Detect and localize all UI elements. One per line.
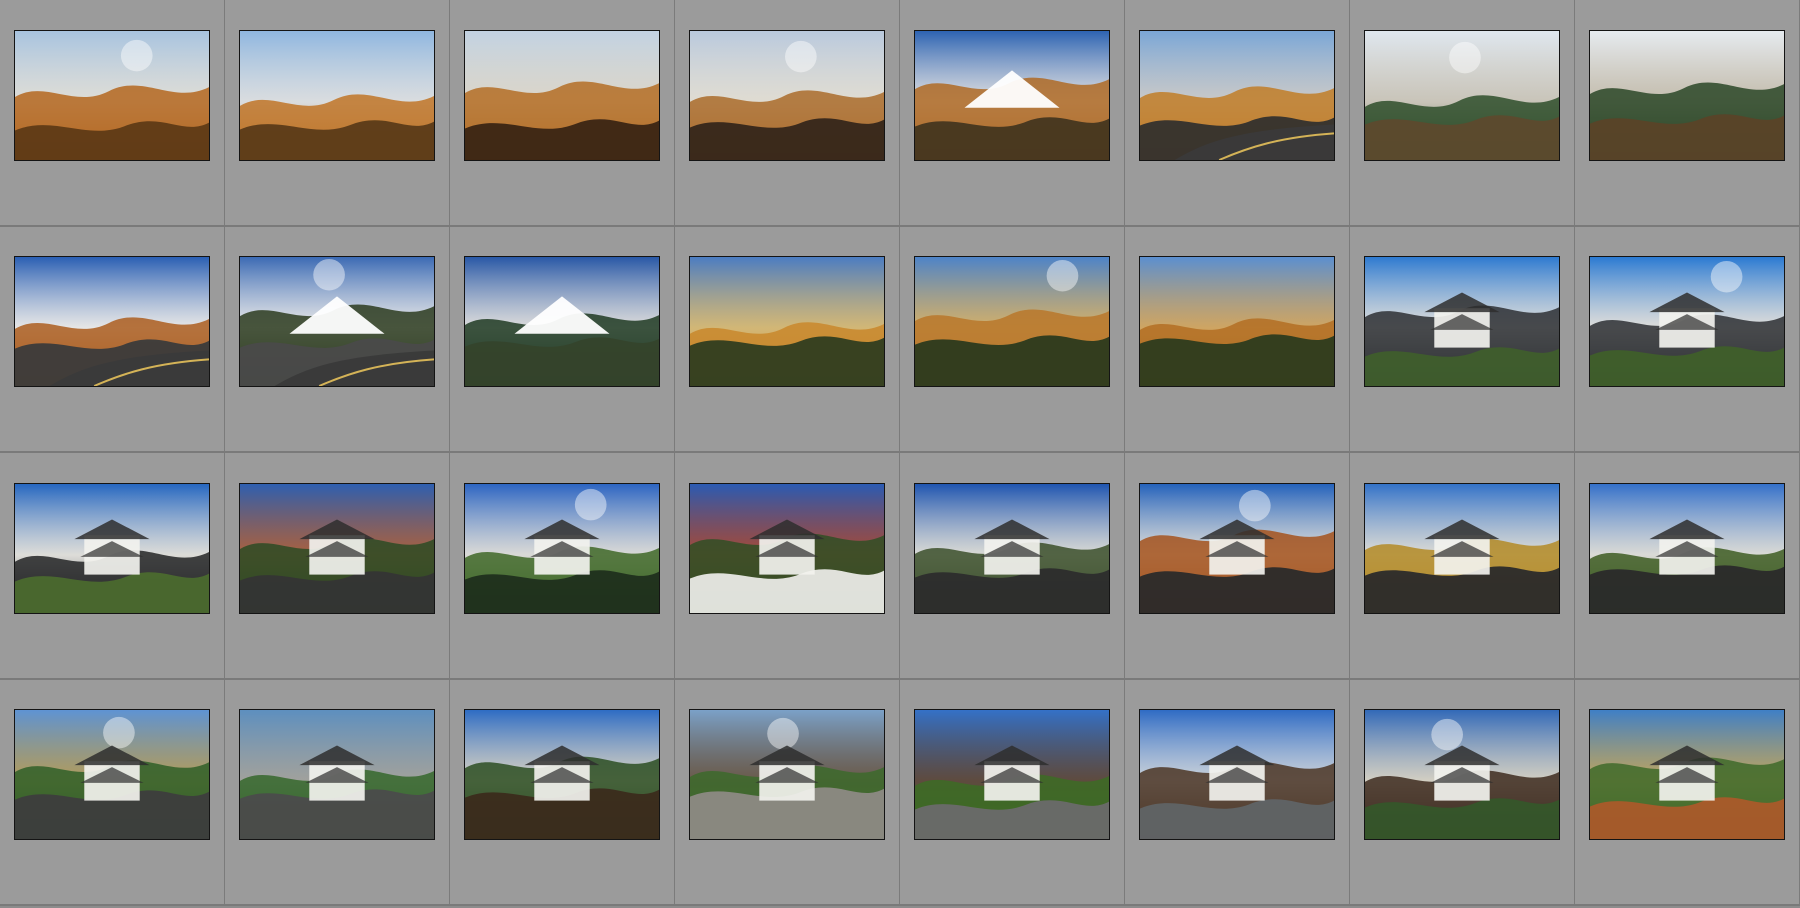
photo-thumbnail[interactable]: [1139, 482, 1335, 614]
photo-thumbnail[interactable]: [1364, 709, 1560, 841]
thumbnail-cell[interactable]: [1350, 226, 1575, 453]
thumbnail-cell[interactable]: [900, 453, 1125, 680]
photo-image: [1140, 483, 1334, 613]
photo-image: [915, 257, 1109, 387]
photo-thumbnail[interactable]: [1589, 256, 1785, 388]
photo-thumbnail[interactable]: [464, 29, 660, 161]
thumbnail-cell[interactable]: [225, 453, 450, 680]
photo-image: [690, 30, 884, 160]
photo-thumbnail[interactable]: [689, 709, 885, 841]
photo-image: [1590, 483, 1784, 613]
thumbnail-cell[interactable]: [0, 453, 225, 680]
thumbnail-cell[interactable]: [675, 679, 900, 906]
photo-image: [465, 30, 659, 160]
thumbnail-cell[interactable]: [900, 0, 1125, 227]
photo-thumbnail[interactable]: [464, 709, 660, 841]
thumbnail-cell[interactable]: [900, 226, 1125, 453]
thumbnail-cell[interactable]: [675, 453, 900, 680]
thumbnail-cell[interactable]: [1125, 0, 1350, 227]
thumbnail-cell[interactable]: [225, 679, 450, 906]
photo-image: [1140, 710, 1334, 840]
thumbnail-cell[interactable]: [450, 679, 675, 906]
thumbnail-cell[interactable]: [675, 0, 900, 227]
thumbnail-cell[interactable]: [675, 226, 900, 453]
photo-image: [1590, 257, 1784, 387]
photo-image: [465, 483, 659, 613]
thumbnail-cell[interactable]: [1350, 679, 1575, 906]
thumbnail-cell[interactable]: [1125, 679, 1350, 906]
photo-image: [15, 30, 209, 160]
thumbnail-cell[interactable]: [1125, 453, 1350, 680]
photo-thumbnail[interactable]: [1589, 29, 1785, 161]
photo-image: [240, 30, 434, 160]
photo-thumbnail[interactable]: [914, 709, 1110, 841]
thumbnail-cell[interactable]: [450, 226, 675, 453]
photo-thumbnail[interactable]: [1364, 482, 1560, 614]
thumbnail-cell[interactable]: [0, 226, 225, 453]
photo-thumbnail[interactable]: [1364, 29, 1560, 161]
thumbnail-cell[interactable]: [1575, 226, 1800, 453]
photo-image: [240, 257, 434, 387]
photo-thumbnail[interactable]: [239, 482, 435, 614]
photo-image: [15, 257, 209, 387]
photo-image: [1590, 30, 1784, 160]
thumbnail-cell[interactable]: [450, 0, 675, 227]
photo-thumbnail[interactable]: [914, 482, 1110, 614]
photo-image: [915, 483, 1109, 613]
thumbnail-cell[interactable]: [225, 0, 450, 227]
photo-image: [915, 710, 1109, 840]
photo-image: [1140, 257, 1334, 387]
photo-thumbnail[interactable]: [689, 29, 885, 161]
photo-thumbnail[interactable]: [14, 29, 210, 161]
photo-thumbnail[interactable]: [1589, 709, 1785, 841]
thumbnail-cell[interactable]: [1575, 453, 1800, 680]
photo-thumbnail[interactable]: [239, 29, 435, 161]
photo-thumbnail[interactable]: [14, 482, 210, 614]
photo-thumbnail[interactable]: [1139, 29, 1335, 161]
thumbnail-cell[interactable]: [0, 679, 225, 906]
photo-thumbnail[interactable]: [1364, 256, 1560, 388]
photo-image: [240, 710, 434, 840]
photo-thumbnail[interactable]: [914, 256, 1110, 388]
thumbnail-cell[interactable]: [0, 0, 225, 227]
photo-image: [465, 710, 659, 840]
photo-image: [1590, 710, 1784, 840]
thumbnail-cell[interactable]: [1125, 226, 1350, 453]
thumbnail-cell[interactable]: [1575, 679, 1800, 906]
photo-image: [15, 710, 209, 840]
photo-thumbnail[interactable]: [464, 482, 660, 614]
photo-thumbnail[interactable]: [1589, 482, 1785, 614]
photo-thumbnail[interactable]: [14, 256, 210, 388]
photo-thumbnail[interactable]: [689, 256, 885, 388]
photo-image: [690, 710, 884, 840]
photo-image: [1140, 30, 1334, 160]
photo-thumbnail[interactable]: [914, 29, 1110, 161]
thumbnail-cell[interactable]: [900, 679, 1125, 906]
thumbnail-cell[interactable]: [225, 226, 450, 453]
photo-thumbnail[interactable]: [239, 709, 435, 841]
thumbnail-cell[interactable]: [1350, 0, 1575, 227]
photo-thumbnail[interactable]: [239, 256, 435, 388]
photo-thumbnail[interactable]: [464, 256, 660, 388]
thumbnail-cell[interactable]: [450, 453, 675, 680]
thumbnail-cell[interactable]: [1575, 0, 1800, 227]
photo-image: [15, 483, 209, 613]
photo-thumbnail[interactable]: [14, 709, 210, 841]
photo-image: [690, 483, 884, 613]
photo-image: [1365, 710, 1559, 840]
photo-image: [240, 483, 434, 613]
photo-image: [1365, 483, 1559, 613]
photo-image: [690, 257, 884, 387]
photo-thumbnail[interactable]: [1139, 256, 1335, 388]
photo-image: [1365, 257, 1559, 387]
photo-image: [1365, 30, 1559, 160]
photo-image: [465, 257, 659, 387]
photo-image: [915, 30, 1109, 160]
photo-thumbnail[interactable]: [689, 482, 885, 614]
photo-thumbnail[interactable]: [1139, 709, 1335, 841]
thumbnail-cell[interactable]: [1350, 453, 1575, 680]
thumbnail-grid: [0, 0, 1800, 908]
